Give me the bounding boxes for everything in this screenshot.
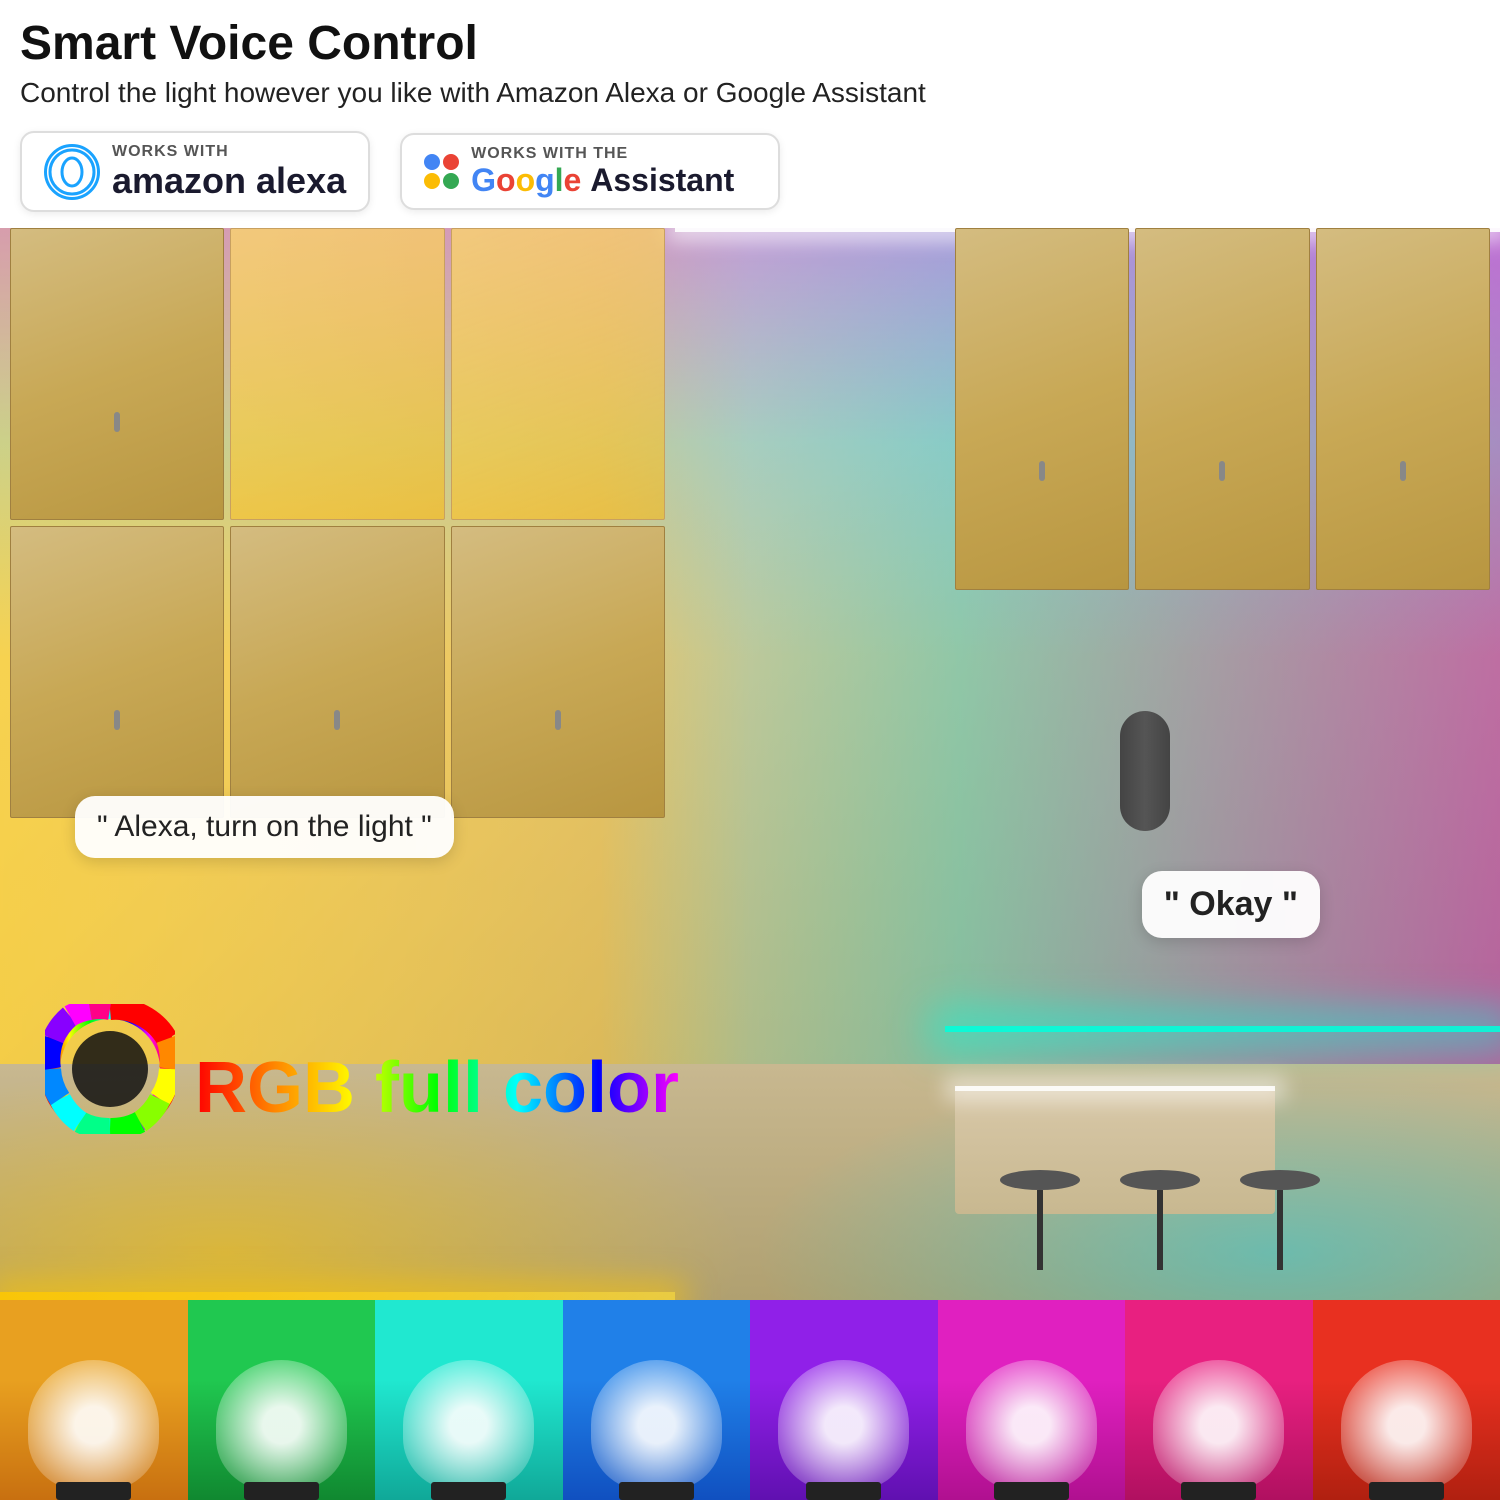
stool-leg-3 [1277, 1190, 1283, 1270]
alexa-badge: WORKS WITH amazon alexa [20, 131, 370, 213]
swatch-base-4 [619, 1482, 694, 1500]
floor-light-left [0, 1292, 675, 1300]
upper-left-cabinets [0, 228, 675, 817]
stool-2 [1120, 1170, 1200, 1300]
cabinet-door-8 [1135, 228, 1309, 590]
cabinet-door-3 [451, 228, 665, 520]
color-wheel-svg [45, 1004, 175, 1134]
swatch-bulb-4 [591, 1360, 722, 1490]
alexa-command-text: " Alexa, turn on the light " [97, 810, 432, 843]
swatch-bulb-8 [1341, 1360, 1472, 1490]
stool-seat-3 [1240, 1170, 1320, 1190]
color-wheel-container [45, 1004, 175, 1139]
island-light-strip [955, 1086, 1275, 1091]
cabinet-door-1 [10, 228, 224, 520]
alexa-text-block: WORKS WITH amazon alexa [112, 143, 346, 201]
google-dots-icon [424, 154, 459, 189]
swatch-magenta [938, 1300, 1126, 1500]
gdot-green [443, 173, 459, 189]
smart-speaker [1120, 711, 1170, 831]
okay-speech-bubble: " Okay " [1142, 871, 1320, 938]
page-wrapper: Smart Voice Control Control the light ho… [0, 0, 1500, 1500]
swatch-bulb-7 [1153, 1360, 1284, 1490]
color-swatches-row [0, 1300, 1500, 1500]
swatch-base-7 [1181, 1482, 1256, 1500]
stool-seat-2 [1120, 1170, 1200, 1190]
cabinet-door-7 [955, 228, 1129, 590]
alexa-works-with-label: WORKS WITH [112, 143, 346, 161]
cabinet-door-2 [230, 228, 444, 520]
gdot-red [443, 154, 459, 170]
gdot-blue [424, 154, 440, 170]
swatch-green [188, 1300, 376, 1500]
swatch-cyan [375, 1300, 563, 1500]
stool-3 [1240, 1170, 1320, 1300]
swatch-base-3 [431, 1482, 506, 1500]
upper-right-cabinets [945, 228, 1500, 590]
rgb-full-color-text: RGB full color [195, 1047, 679, 1129]
swatch-bulb-5 [778, 1360, 909, 1490]
page-title: Smart Voice Control [20, 18, 1480, 71]
bar-stools [1000, 1170, 1320, 1300]
google-brand-label: Google Assistant [471, 163, 734, 198]
swatch-bulb-2 [216, 1360, 347, 1490]
kitchen-background: " Alexa, turn on the light " " Okay " [0, 228, 1500, 1300]
cabinet-door-6 [451, 526, 665, 818]
gdot-yellow [424, 173, 440, 189]
swatch-bulb-1 [28, 1360, 159, 1490]
swatch-base-8 [1369, 1482, 1444, 1500]
swatch-orange [0, 1300, 188, 1500]
alexa-icon [44, 144, 100, 200]
undercabinet-light [945, 1026, 1500, 1032]
header-section: Smart Voice Control Control the light ho… [0, 0, 1500, 121]
okay-response-text: " Okay " [1164, 885, 1298, 923]
cabinet-door-9 [1316, 228, 1490, 590]
google-badge: works with the Google Assistant [400, 133, 780, 210]
swatch-base-1 [56, 1482, 131, 1500]
swatch-red [1313, 1300, 1500, 1500]
swatch-base-5 [806, 1482, 881, 1500]
google-works-with-label: works with the [471, 145, 734, 163]
stool-leg-2 [1157, 1190, 1163, 1270]
swatch-bulb-6 [966, 1360, 1097, 1490]
swatch-base-2 [244, 1482, 319, 1500]
swatch-blue [563, 1300, 751, 1500]
swatch-bulb-3 [403, 1360, 534, 1490]
swatch-pink [1125, 1300, 1313, 1500]
alexa-speech-bubble: " Alexa, turn on the light " [75, 796, 454, 858]
stool-leg-1 [1037, 1190, 1043, 1270]
page-subtitle: Control the light however you like with … [20, 77, 1480, 109]
swatch-purple [750, 1300, 938, 1500]
cabinet-door-5 [230, 526, 444, 818]
cabinet-door-4 [10, 526, 224, 818]
main-image-area: " Alexa, turn on the light " " Okay " [0, 228, 1500, 1300]
stool-seat-1 [1000, 1170, 1080, 1190]
badge-row: WORKS WITH amazon alexa works with the G… [0, 121, 1500, 229]
stool-1 [1000, 1170, 1080, 1300]
swatch-base-6 [994, 1482, 1069, 1500]
google-text-block: works with the Google Assistant [471, 145, 734, 198]
alexa-brand-label: amazon alexa [112, 161, 346, 201]
